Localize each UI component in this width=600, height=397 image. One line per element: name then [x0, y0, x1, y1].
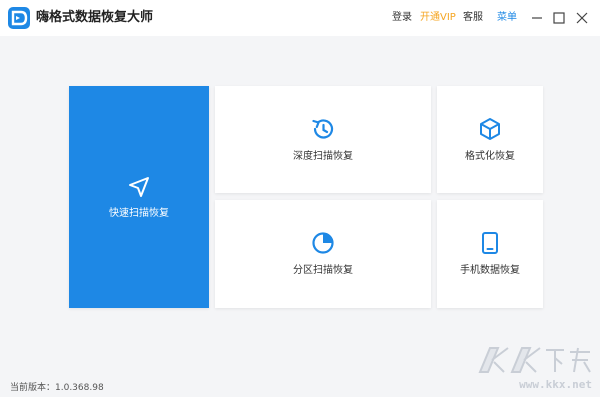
- close-icon[interactable]: [575, 10, 589, 24]
- history-clock-icon: [310, 116, 336, 142]
- partition-scan-label: 分区扫描恢复: [293, 265, 353, 276]
- navigation-arrow-icon: [126, 174, 152, 200]
- login-link[interactable]: 登录: [392, 12, 412, 24]
- quick-scan-tile[interactable]: 快速扫描恢复: [69, 86, 209, 308]
- version-text: 当前版本：1.0.368.98: [10, 383, 104, 393]
- tablet-icon: [477, 230, 503, 256]
- app-logo-icon: [8, 7, 30, 29]
- vip-link[interactable]: 开通VIP: [420, 12, 456, 24]
- pie-chart-icon: [310, 230, 336, 256]
- cube-icon: [477, 116, 503, 142]
- service-link[interactable]: 客服: [463, 12, 483, 24]
- minimize-icon[interactable]: [530, 10, 544, 24]
- watermark-url: www.kkx.net: [519, 378, 592, 391]
- partition-scan-tile[interactable]: 分区扫描恢复: [215, 200, 431, 308]
- phone-recovery-tile[interactable]: 手机数据恢复: [437, 200, 543, 308]
- menu-link[interactable]: 菜单: [497, 12, 517, 24]
- format-recovery-label: 格式化恢复: [465, 151, 515, 162]
- format-recovery-tile[interactable]: 格式化恢复: [437, 86, 543, 193]
- deep-scan-label: 深度扫描恢复: [293, 151, 353, 162]
- quick-scan-label: 快速扫描恢复: [109, 208, 169, 219]
- maximize-icon[interactable]: [552, 10, 566, 24]
- phone-recovery-label: 手机数据恢复: [460, 265, 520, 276]
- deep-scan-tile[interactable]: 深度扫描恢复: [215, 86, 431, 193]
- app-title: 嗨格式数据恢复大师: [36, 10, 154, 25]
- title-bar: 嗨格式数据恢复大师 登录 开通VIP 客服 菜单: [0, 0, 600, 36]
